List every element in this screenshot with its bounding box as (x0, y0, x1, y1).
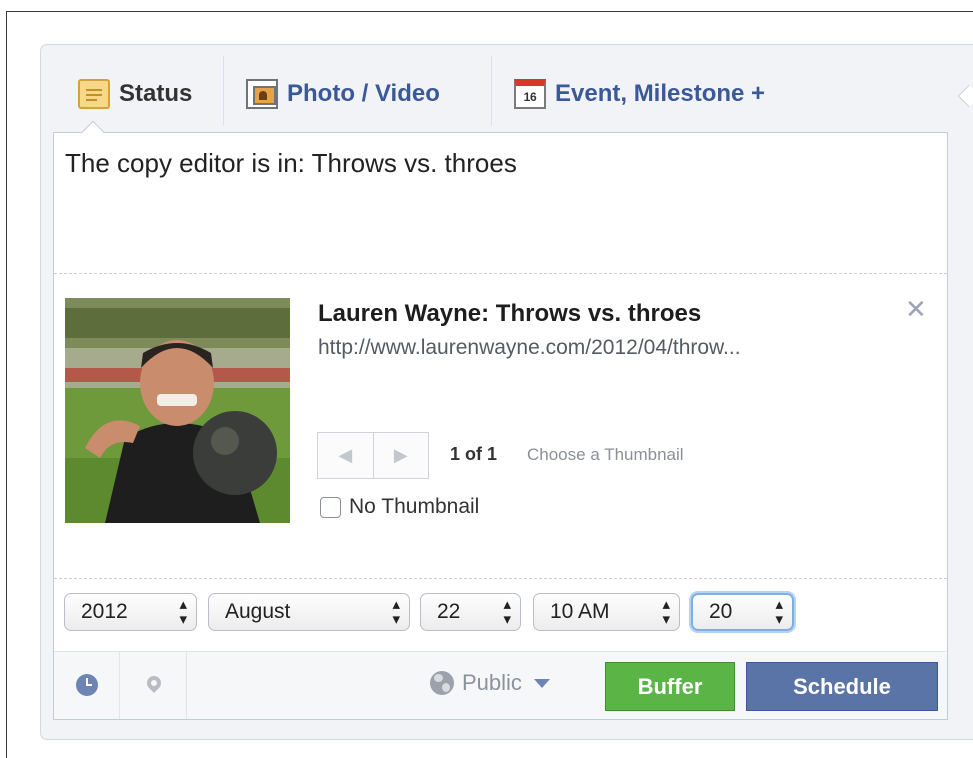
location-button[interactable] (121, 651, 187, 719)
tab-photo-video-label: Photo / Video (287, 80, 440, 107)
tab-status-label: Status (119, 80, 193, 107)
remove-link-button[interactable]: ✕ (905, 296, 927, 322)
link-thumbnail (65, 298, 290, 523)
thumbnail-pager: ◀ ▶ (317, 432, 429, 479)
month-select-value: August (225, 600, 291, 623)
tab-divider (223, 56, 224, 126)
select-arrows-icon: ▴ ▾ (662, 596, 669, 628)
tab-event-milestone-label: Event, Milestone + (555, 80, 766, 107)
photo-icon (246, 79, 278, 109)
audience-selector[interactable]: Public (430, 670, 550, 696)
calendar-icon: 16 (514, 79, 546, 109)
tab-divider (491, 56, 492, 126)
month-select[interactable]: August ▴ ▾ (208, 593, 410, 631)
schedule-clock-button[interactable] (54, 651, 120, 719)
globe-icon (430, 671, 454, 695)
caret-down-icon (533, 678, 550, 688)
tab-status[interactable]: Status (78, 74, 192, 114)
buffer-button[interactable]: Buffer (605, 662, 735, 711)
divider (54, 273, 947, 274)
prev-thumbnail-button[interactable]: ◀ (318, 433, 373, 478)
tab-event-milestone[interactable]: 16 Event, Milestone + (514, 74, 765, 114)
hour-select[interactable]: 10 AM ▴ ▾ (533, 593, 680, 631)
choose-thumbnail-label: Choose a Thumbnail (527, 445, 684, 464)
hour-select-value: 10 AM (550, 600, 610, 623)
day-select[interactable]: 22 ▴ ▾ (420, 593, 521, 631)
minute-select-value: 20 (709, 600, 733, 623)
day-select-value: 22 (437, 600, 461, 623)
no-thumbnail-label: No Thumbnail (349, 495, 480, 518)
status-icon (78, 79, 110, 109)
audience-label: Public (462, 670, 522, 695)
select-arrows-icon: ▴ ▾ (392, 596, 399, 628)
select-arrows-icon: ▴ ▾ (179, 596, 186, 628)
year-select-value: 2012 (81, 600, 128, 623)
next-thumbnail-button[interactable]: ▶ (372, 433, 429, 478)
tab-photo-video[interactable]: Photo / Video (246, 74, 440, 114)
link-title[interactable]: Lauren Wayne: Throws vs. throes (318, 300, 701, 328)
year-select[interactable]: 2012 ▴ ▾ (64, 593, 197, 631)
minute-select[interactable]: 20 ▴ ▾ (691, 593, 794, 631)
thumbnail-count: 1 of 1 (450, 444, 497, 465)
schedule-button[interactable]: Schedule (746, 662, 938, 711)
status-textarea[interactable]: The copy editor is in: Throws vs. throes (65, 148, 517, 179)
link-url: http://www.laurenwayne.com/2012/04/throw… (318, 336, 741, 359)
no-thumbnail-checkbox[interactable] (320, 496, 341, 518)
divider (54, 578, 947, 579)
select-arrows-icon: ▴ ▾ (503, 596, 510, 628)
thumbnail-count-total: of 1 (465, 444, 498, 464)
thumbnail-count-current: 1 (450, 444, 461, 464)
clock-icon (75, 674, 98, 696)
select-arrows-icon: ▴ ▾ (775, 596, 782, 628)
no-thumbnail-option[interactable]: No Thumbnail (320, 495, 479, 519)
location-pin-icon (143, 673, 164, 693)
